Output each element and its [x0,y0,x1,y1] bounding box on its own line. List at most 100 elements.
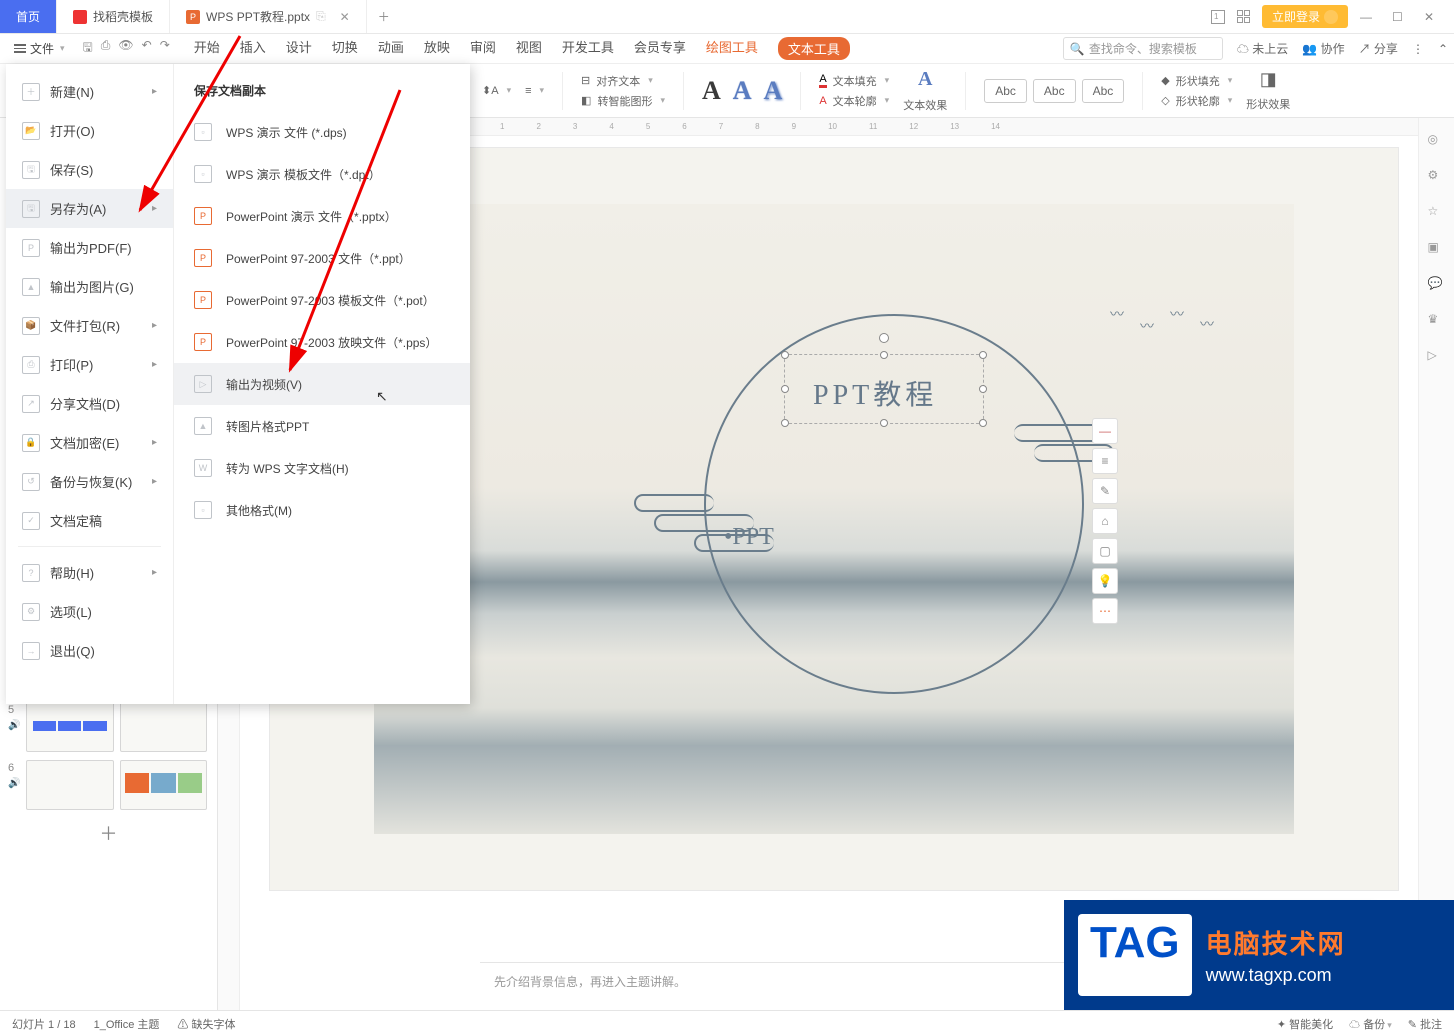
tab-document[interactable]: P WPS PPT教程.pptx ⎘ ✕ [170,0,367,33]
more-icon[interactable]: ⋮ [1412,42,1424,56]
login-button[interactable]: 立即登录 [1262,5,1348,28]
fmr-towps[interactable]: W转为 WPS 文字文档(H) [174,447,470,489]
rs-settings-icon[interactable]: ⚙ [1428,168,1446,186]
close-icon[interactable]: ✕ [340,10,350,24]
fm-pack[interactable]: 📦文件打包(R)▸ [6,306,173,345]
rs-play-icon[interactable]: ▷ [1428,348,1446,366]
fmr-ppt[interactable]: PPowerPoint 97-2003 文件（*.ppt） [174,237,470,279]
thumb-5a[interactable] [26,702,114,752]
thumb-5b[interactable] [120,702,208,752]
add-tab-button[interactable]: ＋ [367,0,401,33]
slide-canvas[interactable]: 〰 〰 〰 〰 PPT教程 [374,204,1294,834]
undo-icon[interactable]: ↶ [142,38,152,59]
status-theme[interactable]: 1_Office 主题 [94,1016,160,1032]
resize-handle[interactable] [880,419,888,427]
preview-icon[interactable]: 👁 [118,38,133,59]
rs-layers-icon[interactable]: ▣ [1428,240,1446,258]
add-slide-button[interactable]: ＋ [0,814,217,852]
fmr-dps[interactable]: ▫WPS 演示 文件 (*.dps) [174,111,470,153]
abc-3[interactable]: Abc [1082,79,1125,103]
abc-2[interactable]: Abc [1033,79,1076,103]
rs-compass-icon[interactable]: ◎ [1428,132,1446,150]
menu-text[interactable]: 文本工具 [778,37,850,60]
layout1-icon[interactable]: 1 [1211,10,1225,24]
text-direction[interactable]: ⬍A▾ [482,84,511,97]
collapse-icon[interactable]: ⌃ [1438,42,1448,56]
status-missfont[interactable]: ⚠ 缺失字体 [177,1016,235,1032]
resize-handle[interactable] [979,419,987,427]
status-beautify[interactable]: ✦ 智能美化 [1277,1016,1333,1032]
text-effects[interactable]: A文本效果 [903,68,947,113]
menu-insert[interactable]: 插入 [240,37,266,60]
rs-comment-icon[interactable]: 💬 [1428,276,1446,294]
collab-button[interactable]: 👥 协作 [1302,40,1344,57]
status-annotate[interactable]: ✎ 批注 [1408,1016,1442,1032]
window-close-icon[interactable]: ✕ [1424,10,1444,24]
fm-img[interactable]: ▲输出为图片(G) [6,267,173,306]
shape-outline[interactable]: ◇形状轮廓▾ [1161,93,1232,109]
thumb-row-5[interactable]: 5 🔊 [0,698,217,756]
fm-help[interactable]: ?帮助(H)▸ [6,553,173,592]
resize-handle[interactable] [781,351,789,359]
shape-effects[interactable]: ◨形状效果 [1246,69,1290,112]
fm-pdf[interactable]: P输出为PDF(F) [6,228,173,267]
style-a2[interactable]: A [733,76,752,106]
fm-exit[interactable]: →退出(Q) [6,631,173,670]
resize-handle[interactable] [979,385,987,393]
fmr-dpt[interactable]: ▫WPS 演示 模板文件（*.dpt） [174,153,470,195]
layout2-icon[interactable] [1237,10,1250,23]
fm-encrypt[interactable]: 🔒文档加密(E)▸ [6,423,173,462]
abc-1[interactable]: Abc [984,79,1027,103]
style-a3[interactable]: A [764,76,783,106]
fmr-toimg[interactable]: ▲转图片格式PPT [174,405,470,447]
search-input[interactable]: 🔍查找命令、搜索模板 [1063,37,1223,60]
thumb-6a[interactable] [26,760,114,810]
ft-more[interactable]: ⋯ [1092,598,1118,624]
fmr-pps[interactable]: PPowerPoint 97-2003 放映文件（*.pps） [174,321,470,363]
text-styles[interactable]: A A A [702,76,782,106]
fm-print[interactable]: ⎙打印(P)▸ [6,345,173,384]
save-icon[interactable]: 🖫 [83,38,93,59]
smart-graphic[interactable]: ◧转智能图形▾ [581,93,665,109]
slide-subtitle[interactable]: •PPT [724,524,774,551]
menu-drawing[interactable]: 绘图工具 [706,37,758,60]
pin-icon[interactable]: ⎘ [316,9,326,24]
rs-star-icon[interactable]: ☆ [1428,204,1446,222]
fmr-other[interactable]: ▫其他格式(M) [174,489,470,531]
shape-fill[interactable]: ◆形状填充▾ [1161,73,1232,89]
fmr-video[interactable]: ▷输出为视频(V) [174,363,470,405]
thumb-6b[interactable] [120,760,208,810]
text-outline[interactable]: A文本轮廓▾ [819,93,889,109]
menu-slideshow[interactable]: 放映 [424,37,450,60]
fmr-pot[interactable]: PPowerPoint 97-2003 模板文件（*.pot） [174,279,470,321]
rs-badge-icon[interactable]: ♛ [1428,312,1446,330]
resize-handle[interactable] [880,351,888,359]
rotate-handle[interactable] [879,333,889,343]
menu-animation[interactable]: 动画 [378,37,404,60]
print-icon[interactable]: ⎙ [101,38,111,59]
menu-review[interactable]: 审阅 [470,37,496,60]
fm-final[interactable]: ✓文档定稿 [6,501,173,540]
fm-options[interactable]: ⚙选项(L) [6,592,173,631]
fm-backup[interactable]: ↺备份与恢复(K)▸ [6,462,173,501]
maximize-icon[interactable]: ☐ [1392,10,1412,24]
resize-handle[interactable] [781,385,789,393]
menu-view[interactable]: 视图 [516,37,542,60]
align-text[interactable]: ⊟对齐文本▾ [581,73,665,89]
menu-member[interactable]: 会员专享 [634,37,686,60]
menu-transition[interactable]: 切换 [332,37,358,60]
ft-layers[interactable]: ≡ [1092,448,1118,474]
status-backup[interactable]: ☁ 备份▾ [1349,1016,1392,1032]
fm-save[interactable]: 🖫保存(S) [6,150,173,189]
minimize-icon[interactable]: — [1360,10,1380,24]
fm-new[interactable]: ＋新建(N)▸ [6,72,173,111]
fm-open[interactable]: 📂打开(O) [6,111,173,150]
ft-brush[interactable]: ✎ [1092,478,1118,504]
file-button[interactable]: 文件 ▾ [6,37,73,60]
menu-start[interactable]: 开始 [194,37,220,60]
ft-delete[interactable]: — [1092,418,1118,444]
tab-template[interactable]: 找稻壳模板 [57,0,170,33]
style-a1[interactable]: A [702,76,721,106]
fmr-pptx[interactable]: PPowerPoint 演示 文件（*.pptx） [174,195,470,237]
menu-design[interactable]: 设计 [286,37,312,60]
